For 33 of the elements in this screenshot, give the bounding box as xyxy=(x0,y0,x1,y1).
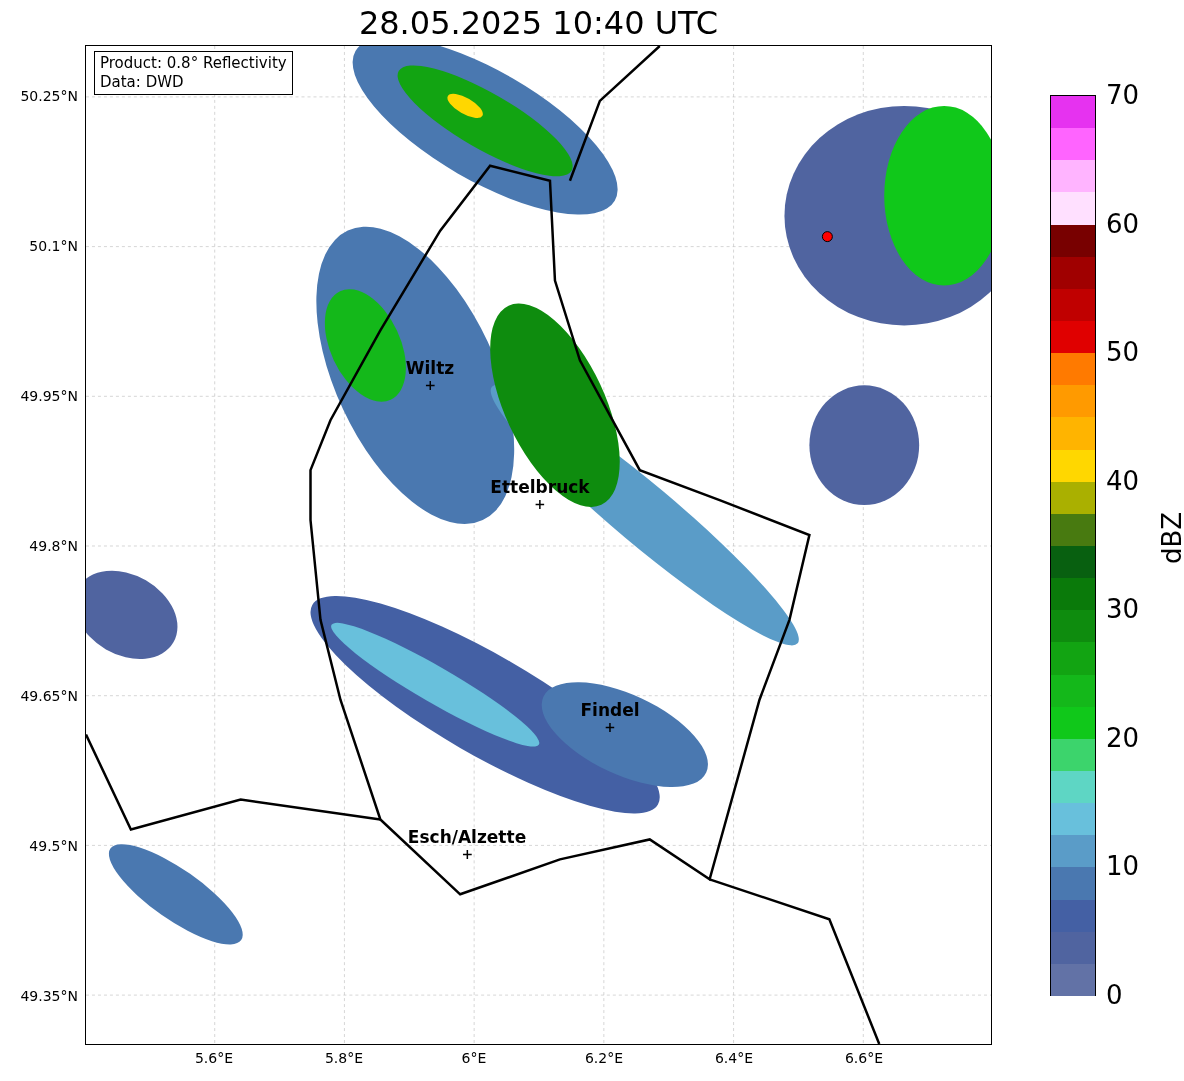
axis-tick-label: 5.8°E xyxy=(324,1051,364,1065)
scale-label: dBZ xyxy=(1159,511,1184,565)
scale-tick-label: 0 xyxy=(1106,982,1123,1008)
axis-tick-label: 49.8°N xyxy=(29,539,78,553)
axis-tick-label: 6°E xyxy=(461,1051,487,1065)
city-label: Esch/Alzette xyxy=(407,827,527,847)
axis-tick-label: 49.65°N xyxy=(20,689,78,703)
scale-tick-label: 70 xyxy=(1106,82,1140,108)
scale-tick-label: 50 xyxy=(1106,339,1140,366)
city-marker-icon xyxy=(605,723,615,732)
scale-tick-label: 40 xyxy=(1106,467,1140,494)
axis-tick-label: 50.25°N xyxy=(20,89,78,103)
info-text: Product: 0.8° Reflectivity xyxy=(100,54,287,73)
axis-tick-label: 5.6°E xyxy=(194,1051,234,1065)
chart-title: 28.05.2025 10:40 UTC xyxy=(358,6,719,39)
scale-tick-label: 30 xyxy=(1106,596,1140,623)
axis-tick-label: 6.2°E xyxy=(584,1051,624,1065)
axis-tick-label: 6.6°E xyxy=(844,1051,884,1065)
scale-tick-label: 10 xyxy=(1106,853,1140,880)
city-label: Ettelbruck xyxy=(490,477,590,497)
city-label: Wiltz xyxy=(405,358,455,378)
city-marker-icon xyxy=(535,500,545,509)
scale-tick-label: 60 xyxy=(1106,210,1140,237)
scale-tick-label: 20 xyxy=(1106,724,1140,751)
axis-tick-label: 49.95°N xyxy=(20,389,78,403)
axis-tick-label: 49.5°N xyxy=(29,839,78,853)
city-label: Findel xyxy=(580,700,640,720)
axis-tick-label: 6.4°E xyxy=(714,1051,754,1065)
city-marker-icon xyxy=(425,381,435,390)
axis-tick-label: 49.35°N xyxy=(20,989,78,1003)
info-text: Data: DWD xyxy=(100,73,185,92)
city-marker-icon xyxy=(462,850,472,859)
axis-tick-label: 50.1°N xyxy=(29,239,78,253)
